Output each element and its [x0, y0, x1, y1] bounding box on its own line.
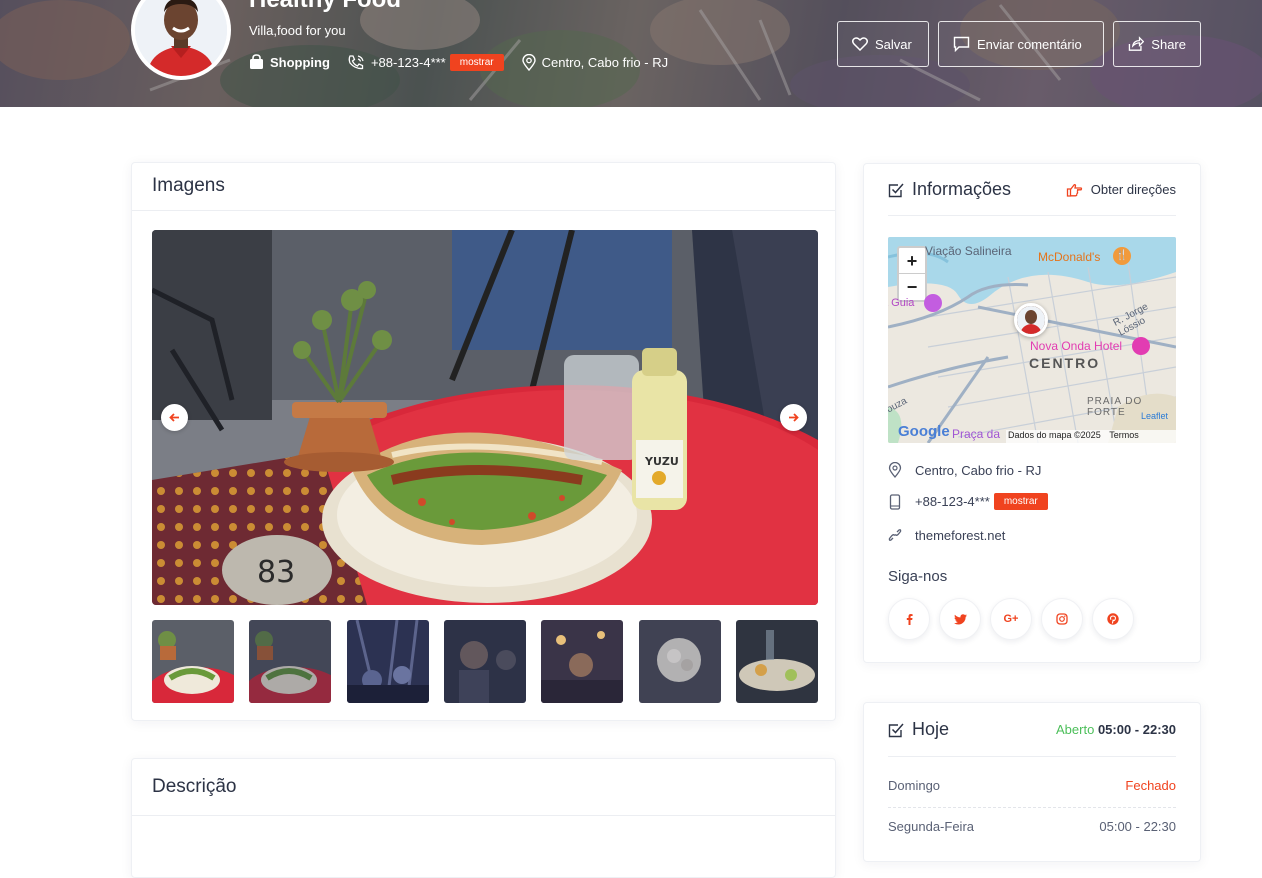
instagram-icon [1056, 613, 1068, 625]
address-item: Centro, Cabo frio - RJ [521, 53, 669, 71]
hours-card-title: Hoje [912, 719, 950, 739]
facebook-icon [906, 614, 913, 625]
twitter-icon [953, 613, 967, 625]
poi-map-marker-icon [924, 294, 942, 312]
hotel-map-marker-icon [1132, 337, 1150, 355]
listing-title: Healthy Food [249, 0, 401, 14]
mobile-phone-icon [889, 493, 901, 510]
show-phone-button[interactable]: mostrar [449, 53, 504, 71]
gallery-next-button[interactable] [780, 404, 807, 431]
gallery-thumbnail[interactable] [541, 620, 624, 703]
share-button[interactable]: Share [1113, 21, 1201, 67]
hero-actions: Salvar Enviar comentário Share [828, 21, 1201, 67]
address-text: Centro, Cabo frio - RJ [541, 54, 669, 70]
svg-text:83: 83 [257, 555, 295, 590]
map-attribution: Dados do mapa ©2025 Termos [1006, 430, 1176, 443]
map-label: a Guia [888, 297, 915, 309]
info-address: Centro, Cabo frio - RJ [888, 462, 1041, 478]
category-item[interactable]: Shopping [249, 54, 330, 70]
gallery-thumbnail[interactable] [443, 620, 526, 703]
phone-item: +88-123-4*** mostrar [347, 53, 504, 71]
google-plus-button[interactable]: G+ [990, 598, 1032, 640]
leaflet-attribution-link[interactable]: Leaflet [1141, 411, 1168, 421]
open-status: Aberto [1056, 722, 1095, 737]
location-pin-icon [888, 462, 902, 478]
google-logo: Google [898, 423, 950, 440]
pointing-hand-icon [1066, 183, 1082, 197]
link-icon [888, 529, 902, 541]
arrow-left-icon [169, 413, 179, 422]
opening-hours-card: Hoje Aberto 05:00 - 22:30 Domingo Fechad… [863, 702, 1201, 862]
today-hours-value: 05:00 - 22:30 [1097, 722, 1176, 737]
send-comment-button[interactable]: Enviar comentário [938, 21, 1104, 67]
listing-meta: Shopping +88-123-4*** mostrar Centro, Ca… [249, 51, 668, 73]
gallery-thumbnail[interactable] [638, 620, 721, 703]
location-map[interactable]: + − Viação Salineira McDonald's 🍴 a Guia… [888, 237, 1176, 443]
get-directions-link[interactable]: Obter direções [1066, 182, 1176, 197]
today-hours: Aberto 05:00 - 22:30 [1056, 722, 1176, 737]
checkbox-icon [888, 183, 904, 197]
shopping-bag-icon [250, 54, 263, 69]
description-card-title: Descrição [132, 759, 835, 816]
instagram-button[interactable] [1041, 598, 1083, 640]
gallery-thumbnail[interactable] [152, 620, 234, 703]
images-card-title: Imagens [132, 163, 835, 211]
info-card-title: Informações [912, 179, 1012, 199]
listing-map-marker[interactable] [1014, 303, 1048, 337]
gallery-thumbnail[interactable] [346, 620, 429, 703]
phone-number: +88-123-4*** [370, 54, 446, 70]
category-label: Shopping [270, 54, 330, 70]
map-label: Praça da [952, 427, 1001, 441]
gallery-thumbnails [152, 620, 818, 703]
phone-icon [348, 54, 364, 69]
info-card-header: Informações Obter direções [888, 164, 1176, 216]
hours-day: Segunda-Feira [888, 819, 974, 834]
save-button[interactable]: Salvar [837, 21, 929, 67]
follow-us-label: Siga-nos [888, 568, 948, 585]
hours-row: Domingo Fechado [888, 778, 1176, 808]
arrow-right-icon [789, 413, 799, 422]
hours-value: 05:00 - 22:30 [1099, 819, 1176, 834]
map-label: CENTRO [1029, 355, 1101, 371]
map-zoom-in-button[interactable]: + [899, 248, 925, 274]
restaurant-map-marker-icon: 🍴 [1113, 247, 1131, 265]
social-links: G+ [888, 598, 1143, 640]
location-pin-icon [521, 53, 536, 71]
comment-icon [953, 36, 970, 52]
share-icon [1128, 36, 1145, 51]
svg-text:YUZU: YUZU [644, 455, 679, 468]
hours-card-header: Hoje Aberto 05:00 - 22:30 [888, 703, 1176, 757]
gallery-thumbnail[interactable] [249, 620, 332, 703]
images-card: Imagens 83 YUZU [131, 162, 836, 721]
listing-hero-banner: Healthy Food Villa,food for you Shopping… [0, 0, 1262, 107]
map-zoom-control: + − [897, 246, 927, 302]
gallery-prev-button[interactable] [161, 404, 188, 431]
checkbox-icon [888, 723, 904, 737]
map-terms-link[interactable]: Termos [1109, 430, 1139, 440]
facebook-button[interactable] [888, 598, 930, 640]
hours-value: Fechado [1125, 778, 1176, 793]
listing-tagline: Villa,food for you [249, 23, 346, 38]
twitter-button[interactable] [939, 598, 981, 640]
hours-row: Segunda-Feira 05:00 - 22:30 [888, 819, 1176, 834]
heart-icon [852, 37, 868, 51]
description-card: Descrição [131, 758, 836, 878]
show-phone-button[interactable]: mostrar [993, 493, 1048, 510]
food-photo: 83 YUZU [152, 230, 818, 605]
google-plus-icon: G+ [1003, 613, 1019, 625]
info-card: Informações Obter direções + − Viação Sa… [863, 163, 1201, 663]
info-website[interactable]: themeforest.net [888, 527, 1005, 543]
gallery-main-image[interactable]: 83 YUZU [152, 230, 818, 605]
map-label: Viação Salineira [925, 244, 1012, 258]
pinterest-icon [1107, 613, 1119, 625]
map-label: McDonald's [1038, 250, 1101, 264]
pinterest-button[interactable] [1092, 598, 1134, 640]
map-label: Nova Onda Hotel [1030, 339, 1123, 353]
info-phone: +88-123-4*** mostrar [888, 493, 1048, 510]
hours-day: Domingo [888, 778, 941, 793]
gallery-thumbnail[interactable] [735, 620, 818, 703]
